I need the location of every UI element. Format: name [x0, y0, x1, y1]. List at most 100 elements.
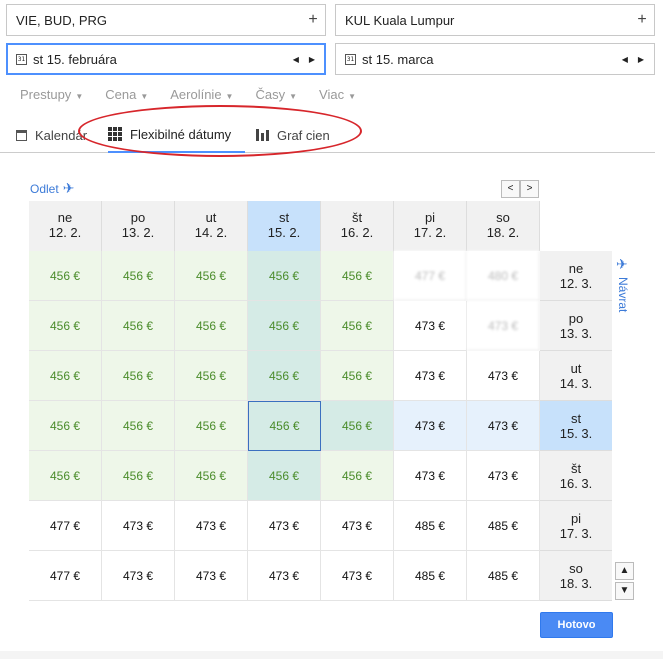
price-cell[interactable]: 473 €	[394, 351, 467, 401]
price-cell[interactable]: 473 €	[467, 451, 540, 501]
next-return-week-button[interactable]: ▼	[615, 582, 634, 600]
price-cell[interactable]: 456 €	[102, 301, 175, 351]
price-cell[interactable]: 456 €	[29, 251, 102, 301]
price-cell[interactable]: 456 €	[102, 401, 175, 451]
price-cell[interactable]: 456 €	[175, 301, 248, 351]
price-cell[interactable]: 473 €	[394, 301, 467, 351]
caret-down-icon: ▼	[348, 92, 356, 101]
caret-down-icon: ▼	[225, 92, 234, 101]
return-date-header[interactable]: st 15. 3.	[540, 401, 612, 451]
calendar-icon: 31	[16, 53, 27, 65]
add-destination-icon[interactable]: +	[630, 11, 654, 29]
depart-date-header[interactable]: so 18. 2.	[467, 201, 540, 251]
price-cell[interactable]: 456 €	[29, 451, 102, 501]
price-cell[interactable]: 473 €	[248, 551, 321, 601]
return-date-header[interactable]: so 18. 3.	[540, 551, 612, 601]
depart-date-header[interactable]: št 16. 2.	[321, 201, 394, 251]
depart-axis-label: Odlet ✈	[30, 180, 75, 196]
depart-date-header[interactable]: ut 14. 2.	[175, 201, 248, 251]
depart-date-field[interactable]: 31 st 15. februára ◀ ▶	[6, 43, 326, 75]
price-cell[interactable]: 473 €	[175, 551, 248, 601]
price-cell[interactable]: 456 €	[321, 301, 394, 351]
depart-nav: < >	[501, 180, 539, 198]
destination-field[interactable]: KUL Kuala Lumpur +	[335, 4, 655, 36]
price-cell[interactable]: 456 €	[321, 451, 394, 501]
price-cell[interactable]: 473 €	[467, 351, 540, 401]
price-cell[interactable]: 473 €	[321, 551, 394, 601]
price-cell[interactable]: 456 €	[29, 401, 102, 451]
price-cell[interactable]: 456 €	[175, 401, 248, 451]
tab-price-graph[interactable]: Graf cien	[256, 117, 330, 153]
tab-calendar[interactable]: Kalendár	[16, 117, 87, 153]
return-date-value: st 15. marca	[362, 51, 434, 67]
price-cell[interactable]: 485 €	[394, 551, 467, 601]
next-date-icon[interactable]: ▶	[638, 55, 644, 64]
done-button[interactable]: Hotovo	[540, 612, 613, 638]
depart-date-value: st 15. februára	[33, 51, 117, 67]
airplane-icon: ✈	[616, 256, 628, 272]
price-cell[interactable]: 477 €	[29, 551, 102, 601]
price-cell[interactable]: 477 €	[394, 251, 467, 301]
price-cell[interactable]: 456 €	[175, 351, 248, 401]
price-cell[interactable]: 473 €	[394, 401, 467, 451]
return-date-header[interactable]: pi 17. 3.	[540, 501, 612, 551]
price-cell[interactable]: 456 €	[321, 251, 394, 301]
tab-flexible-label: Flexibilné dátumy	[130, 126, 232, 142]
price-cell[interactable]: 456 €	[248, 451, 321, 501]
return-date-field[interactable]: 31 st 15. marca ◀ ▶	[335, 43, 655, 75]
price-cell[interactable]: 473 €	[102, 551, 175, 601]
price-cell[interactable]: 473 €	[467, 401, 540, 451]
price-cell[interactable]: 456 €	[175, 451, 248, 501]
price-cell[interactable]: 480 €	[467, 251, 540, 301]
filter-stops[interactable]: Prestupy ▼	[20, 87, 83, 102]
tab-calendar-label: Kalendár	[35, 127, 88, 143]
price-cell[interactable]: 456 €	[248, 401, 321, 451]
origin-field[interactable]: VIE, BUD, PRG +	[6, 4, 326, 36]
prev-date-icon[interactable]: ◀	[293, 55, 299, 64]
price-cell[interactable]: 456 €	[29, 301, 102, 351]
price-cell[interactable]: 473 €	[467, 301, 540, 351]
price-cell[interactable]: 473 €	[248, 501, 321, 551]
view-tabs: Kalendár Flexibilné dátumy Graf cien	[0, 117, 655, 153]
return-date-header[interactable]: ne 12. 3.	[540, 251, 612, 301]
price-cell[interactable]: 473 €	[175, 501, 248, 551]
depart-date-header[interactable]: po 13. 2.	[102, 201, 175, 251]
price-cell[interactable]: 456 €	[29, 351, 102, 401]
filter-bar: Prestupy ▼ Cena ▼ Aerolínie ▼ Časy ▼ Viac ▼	[20, 87, 356, 102]
tab-flexible-dates[interactable]: Flexibilné dátumy	[108, 117, 245, 153]
filter-airlines[interactable]: Aerolínie ▼	[170, 87, 233, 102]
price-cell[interactable]: 485 €	[467, 501, 540, 551]
price-cell[interactable]: 456 €	[102, 251, 175, 301]
next-week-button[interactable]: >	[520, 180, 539, 198]
price-cell[interactable]: 473 €	[394, 451, 467, 501]
price-cell[interactable]: 485 €	[467, 551, 540, 601]
price-cell[interactable]: 485 €	[394, 501, 467, 551]
depart-date-header[interactable]: ne 12. 2.	[29, 201, 102, 251]
prev-return-week-button[interactable]: ▲	[615, 562, 634, 580]
price-cell[interactable]: 456 €	[321, 351, 394, 401]
return-date-header[interactable]: ut 14. 3.	[540, 351, 612, 401]
filter-price[interactable]: Cena ▼	[105, 87, 148, 102]
price-cell[interactable]: 456 €	[248, 301, 321, 351]
depart-date-header[interactable]: pi 17. 2.	[394, 201, 467, 251]
destination-code: KUL	[345, 12, 370, 28]
next-date-icon[interactable]: ▶	[309, 55, 315, 64]
filter-more[interactable]: Viac ▼	[319, 87, 356, 102]
price-cell[interactable]: 473 €	[102, 501, 175, 551]
add-origin-icon[interactable]: +	[301, 11, 325, 29]
filter-times[interactable]: Časy ▼	[255, 87, 297, 102]
return-date-header[interactable]: po 13. 3.	[540, 301, 612, 351]
caret-down-icon: ▼	[289, 92, 298, 101]
price-cell[interactable]: 456 €	[248, 251, 321, 301]
prev-week-button[interactable]: <	[501, 180, 520, 198]
return-date-header[interactable]: št 16. 3.	[540, 451, 612, 501]
price-cell[interactable]: 473 €	[321, 501, 394, 551]
prev-date-icon[interactable]: ◀	[622, 55, 628, 64]
price-cell[interactable]: 456 €	[321, 401, 394, 451]
price-cell[interactable]: 477 €	[29, 501, 102, 551]
depart-date-header[interactable]: st 15. 2.	[248, 201, 321, 251]
price-cell[interactable]: 456 €	[248, 351, 321, 401]
price-cell[interactable]: 456 €	[102, 451, 175, 501]
price-cell[interactable]: 456 €	[175, 251, 248, 301]
price-cell[interactable]: 456 €	[102, 351, 175, 401]
